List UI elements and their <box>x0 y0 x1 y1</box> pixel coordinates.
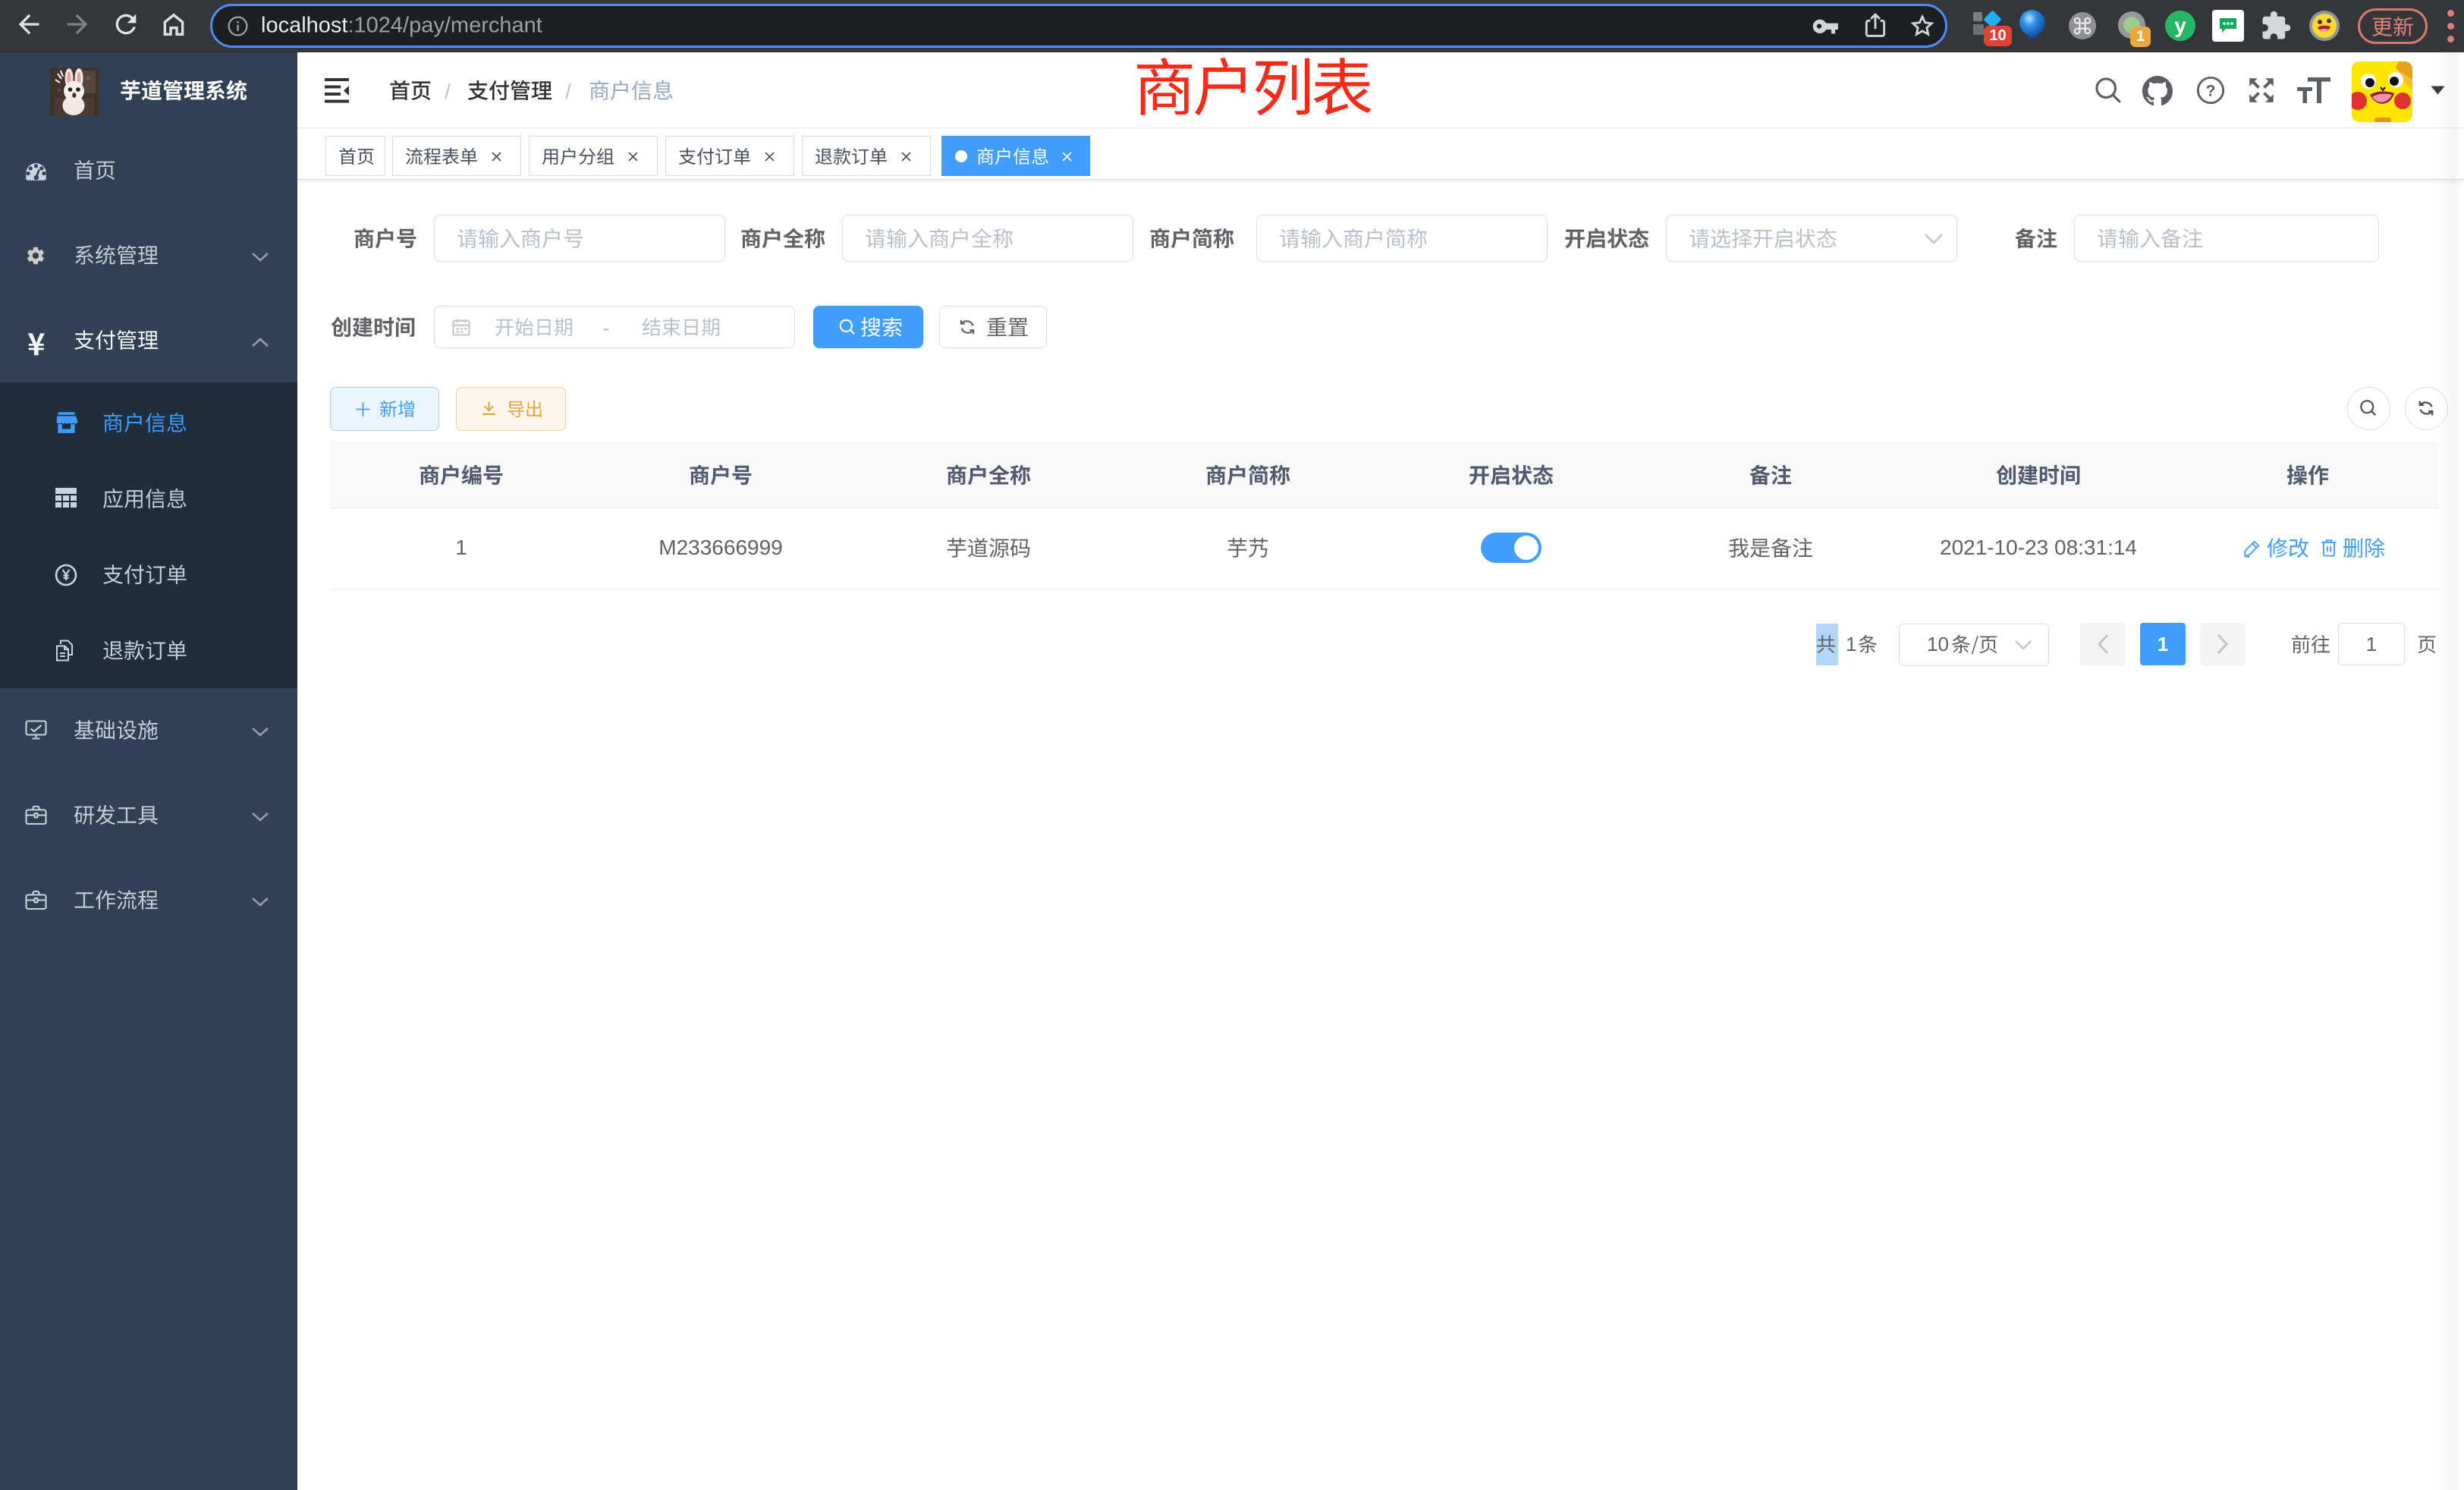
svg-text:y: y <box>2174 14 2186 37</box>
svg-text:?: ? <box>2205 81 2215 99</box>
